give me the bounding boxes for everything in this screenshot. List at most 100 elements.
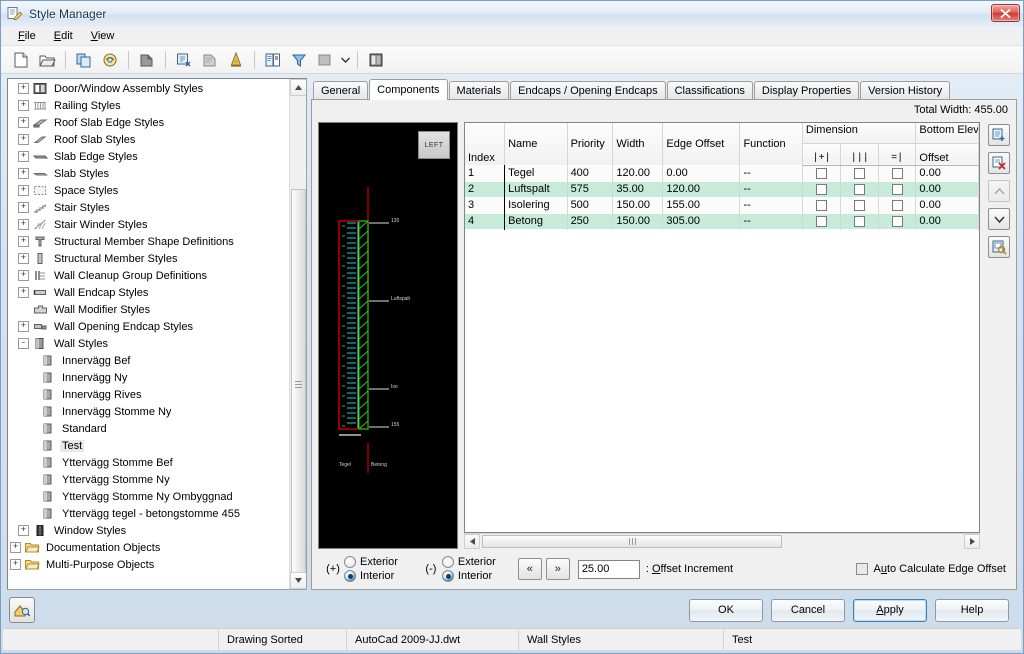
col-index[interactable]: Index xyxy=(465,123,506,165)
tree-item-stair-winder-styles[interactable]: + Stair Winder Styles xyxy=(8,216,289,233)
paste-icon[interactable] xyxy=(98,49,122,71)
plus-exterior-radio[interactable] xyxy=(344,556,356,568)
cell-priority[interactable]: 250 xyxy=(567,213,614,229)
cell-width[interactable]: 150.00 xyxy=(612,197,664,213)
col-dim-center[interactable]: ||| xyxy=(840,143,879,166)
minus-exterior-radio[interactable] xyxy=(441,556,454,568)
tab-endcaps-opening-endcaps[interactable]: Endcaps / Opening Endcaps xyxy=(510,81,666,99)
tree-expander-expand-icon[interactable]: + xyxy=(18,219,29,230)
cell-function[interactable]: -- xyxy=(739,197,803,213)
col-width[interactable]: Width xyxy=(612,123,664,165)
tree-expander-expand-icon[interactable]: + xyxy=(18,253,29,264)
cell-dim-end[interactable] xyxy=(878,165,917,181)
tree-expander-expand-icon[interactable]: + xyxy=(10,542,21,553)
tree-expander-expand-icon[interactable]: + xyxy=(10,559,21,570)
cell-index[interactable]: 4 xyxy=(465,213,506,229)
dim-start-checkbox[interactable] xyxy=(816,215,828,227)
open-drawing-icon[interactable] xyxy=(35,49,59,71)
set-from-icon[interactable] xyxy=(224,49,248,71)
scroll-left-arrow-icon[interactable] xyxy=(464,534,480,549)
dim-end-checkbox[interactable] xyxy=(891,183,903,195)
tree-item-roof-slab-styles[interactable]: + Roof Slab Styles xyxy=(8,131,289,148)
cell-priority[interactable]: 575 xyxy=(567,181,614,197)
tree-item-roof-slab-edge-styles[interactable]: + Roof Slab Edge Styles xyxy=(8,114,289,131)
tree-expander-expand-icon[interactable]: + xyxy=(18,185,29,196)
table-row[interactable]: 3 Isolering 500 150.00 155.00 -- 0.00 xyxy=(465,197,979,213)
cell-width[interactable]: 120.00 xyxy=(612,165,664,181)
filter-style-type-icon[interactable] xyxy=(287,49,311,71)
chevron-down-icon[interactable] xyxy=(339,49,351,71)
cell-dim-end[interactable] xyxy=(878,213,917,229)
tree-scroll-thumb[interactable] xyxy=(291,189,306,579)
auto-calculate-edge-offset-option[interactable]: Auto Calculate Edge Offset xyxy=(856,563,1006,575)
col-bottom-elev-group[interactable]: Bottom Elev xyxy=(915,123,979,144)
tree-expander-expand-icon[interactable]: + xyxy=(18,236,29,247)
cell-edge-offset[interactable]: 155.00 xyxy=(662,197,741,213)
col-bottom-elev-offset[interactable]: Offset xyxy=(915,143,979,166)
cell-dim-center[interactable] xyxy=(840,197,879,213)
dim-start-checkbox[interactable] xyxy=(816,199,828,211)
cell-function[interactable]: -- xyxy=(739,181,803,197)
tree-item-wall-modifier-styles[interactable]: Wall Modifier Styles xyxy=(8,301,289,318)
table-row[interactable]: 4 Betong 250 150.00 305.00 -- 0.00 xyxy=(465,213,979,229)
apply-button[interactable]: Apply xyxy=(853,598,927,622)
tree-vertical-scrollbar[interactable] xyxy=(289,79,306,589)
copy-component-button[interactable] xyxy=(988,236,1010,258)
tree-item-test[interactable]: Test xyxy=(8,437,289,454)
tree-item-wall-endcap-styles[interactable]: + Wall Endcap Styles xyxy=(8,284,289,301)
preview-view-badge[interactable]: LEFT xyxy=(418,131,450,159)
scroll-right-arrow-icon[interactable] xyxy=(964,534,980,549)
tree-expander-expand-icon[interactable]: + xyxy=(18,134,29,145)
col-function[interactable]: Function xyxy=(739,123,803,165)
cell-bottom-offset[interactable]: 0.00 xyxy=(915,165,979,181)
tree-item-slab-edge-styles[interactable]: + Slab Edge Styles xyxy=(8,148,289,165)
cell-name[interactable]: Luftspalt xyxy=(504,181,568,197)
minus-interior-radio[interactable] xyxy=(441,570,454,582)
tree-expander-expand-icon[interactable]: + xyxy=(18,321,29,332)
cell-function[interactable]: -- xyxy=(739,165,803,181)
tree-expander-collapse-icon[interactable]: - xyxy=(18,338,29,349)
cell-bottom-offset[interactable]: 0.00 xyxy=(915,213,979,229)
cell-name[interactable]: Tegel xyxy=(504,165,568,181)
style-tree[interactable]: + Door/Window Assembly Styles + Railing Sty… xyxy=(8,79,289,589)
tree-item-structural-member-shape-definitions[interactable]: + Structural Member Shape Definitions xyxy=(8,233,289,250)
cell-dim-center[interactable] xyxy=(840,165,879,181)
tree-item-innerv-gg-bef[interactable]: Innervägg Bef xyxy=(8,352,289,369)
tab-classifications[interactable]: Classifications xyxy=(666,81,753,99)
cell-function[interactable]: -- xyxy=(739,213,803,229)
table-horizontal-scrollbar[interactable] xyxy=(464,533,980,549)
scroll-up-arrow-icon[interactable] xyxy=(290,79,306,96)
plus-interior-radio[interactable] xyxy=(344,570,356,582)
col-dimension-group[interactable]: Dimension xyxy=(802,123,917,144)
cell-name[interactable]: Isolering xyxy=(504,197,568,213)
auto-calculate-checkbox[interactable] xyxy=(856,563,869,575)
cell-priority[interactable]: 500 xyxy=(567,197,614,213)
cell-width[interactable]: 35.00 xyxy=(612,181,664,197)
menu-item-view[interactable]: View xyxy=(82,28,124,44)
dim-center-checkbox[interactable] xyxy=(854,215,866,227)
cell-dim-start[interactable] xyxy=(802,213,842,229)
add-component-button[interactable] xyxy=(988,124,1010,146)
col-edge-offset[interactable]: Edge Offset xyxy=(662,123,741,165)
cell-dim-end[interactable] xyxy=(878,197,917,213)
cell-width[interactable]: 150.00 xyxy=(612,213,664,229)
inline-edit-icon[interactable] xyxy=(364,49,388,71)
offset-increment-input[interactable] xyxy=(577,559,640,579)
tree-item-wall-opening-endcap-styles[interactable]: + Wall Opening Endcap Styles xyxy=(8,318,289,335)
menu-item-file[interactable]: File xyxy=(9,28,45,44)
tree-item-railing-styles[interactable]: + Railing Styles xyxy=(8,97,289,114)
purge-style-icon[interactable] xyxy=(172,49,196,71)
tab-materials[interactable]: Materials xyxy=(448,81,510,99)
remove-component-button[interactable] xyxy=(988,152,1010,174)
view-mode-icon[interactable] xyxy=(313,49,337,71)
cell-name[interactable]: Betong xyxy=(504,213,568,229)
scroll-down-arrow-icon[interactable] xyxy=(290,572,306,589)
cell-edge-offset[interactable]: 305.00 xyxy=(662,213,741,229)
menu-item-edit[interactable]: Edit xyxy=(45,28,82,44)
tab-version-history[interactable]: Version History xyxy=(860,81,951,99)
tree-expander-expand-icon[interactable]: + xyxy=(18,287,29,298)
new-drawing-icon[interactable] xyxy=(9,49,33,71)
col-name[interactable]: Name xyxy=(504,123,568,165)
help-button[interactable]: Help xyxy=(935,598,1009,622)
cell-dim-end[interactable] xyxy=(878,181,917,197)
